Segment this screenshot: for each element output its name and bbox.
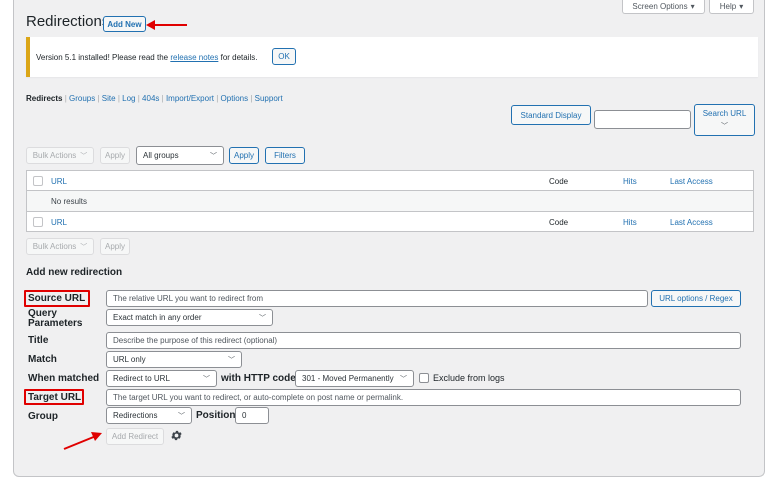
search-input[interactable] (594, 110, 691, 129)
help-tab[interactable]: Help ▾ (709, 0, 754, 14)
http-code-label: with HTTP code (221, 373, 296, 384)
subnav-import-export[interactable]: Import/Export (166, 94, 214, 103)
page-title: Redirections (26, 13, 110, 30)
form-heading: Add new redirection (26, 267, 123, 278)
select-all-checkbox[interactable] (33, 176, 43, 186)
subnav-options[interactable]: Options (221, 94, 249, 103)
subnav: Redirects | Groups | Site | Log | 404s |… (26, 94, 283, 103)
bulk-apply-button-bottom[interactable]: Apply (100, 238, 130, 255)
subnav-log[interactable]: Log (122, 94, 135, 103)
release-notes-link[interactable]: release notes (170, 53, 218, 62)
query-parameters-select[interactable]: Exact match in any order ﹀ (106, 309, 273, 326)
add-redirect-button[interactable]: Add Redirect (106, 428, 164, 445)
position-input[interactable]: 0 (235, 407, 269, 424)
http-code-select[interactable]: 301 - Moved Permanently ﹀ (295, 370, 414, 387)
annotation-box-source-url (24, 290, 90, 307)
bulk-apply-button[interactable]: Apply (100, 147, 130, 164)
title-input[interactable]: Describe the purpose of this redirect (o… (106, 332, 741, 349)
caret-down-icon: ▾ (739, 2, 744, 11)
filters-button[interactable]: Filters (265, 147, 305, 164)
column-url[interactable]: URL (51, 177, 67, 186)
http-code-value: 301 - Moved Permanently (302, 374, 394, 383)
annotation-box-target-url (24, 389, 84, 405)
action-type-value: Redirect to URL (113, 374, 170, 383)
subnav-site[interactable]: Site (102, 94, 116, 103)
help-label: Help (719, 2, 737, 11)
action-type-select[interactable]: Redirect to URL ﹀ (106, 370, 217, 387)
no-results-text: No results (51, 197, 88, 206)
match-select[interactable]: URL only ﹀ (106, 351, 242, 368)
chevron-down-icon: ﹀ (228, 356, 235, 364)
url-options-button[interactable]: URL options / Regex (651, 290, 741, 307)
chevron-down-icon: ﹀ (400, 375, 407, 383)
column-last-access-footer[interactable]: Last Access (670, 218, 713, 227)
bulk-actions-label-bottom: Bulk Actions (32, 242, 77, 251)
table-footer-row: URL Code Hits Last Access (27, 212, 753, 232)
notice-text-after: for details. (220, 53, 258, 62)
notice-text: Version 5.1 installed! Please read the r… (36, 53, 258, 62)
group-value: Redirections (113, 411, 158, 420)
column-code: Code (549, 177, 569, 186)
chevron-down-icon: ﹀ (721, 123, 728, 130)
search-url-button[interactable]: Search URL ﹀ (694, 104, 755, 136)
select-all-checkbox-footer[interactable] (33, 217, 43, 227)
column-code-footer: Code (549, 218, 569, 227)
add-new-button[interactable]: Add New (103, 16, 146, 32)
screen-options-tab[interactable]: Screen Options ▾ (622, 0, 705, 14)
query-parameters-value: Exact match in any order (113, 313, 202, 322)
apply-filter-button[interactable]: Apply (229, 147, 259, 164)
table-empty-row: No results (27, 191, 753, 212)
when-matched-label: When matched (28, 373, 100, 384)
position-label: Position (196, 410, 236, 421)
column-hits[interactable]: Hits (623, 177, 637, 186)
chevron-down-icon: ﹀ (80, 243, 88, 251)
column-last-access[interactable]: Last Access (670, 177, 713, 186)
gear-icon[interactable] (170, 429, 183, 442)
title-label: Title (28, 335, 49, 346)
query-parameters-text: Query Parameters (28, 308, 83, 329)
column-hits-footer[interactable]: Hits (623, 218, 637, 227)
subnav-support[interactable]: Support (255, 94, 283, 103)
target-url-input[interactable]: The target URL you want to redirect, or … (106, 389, 741, 406)
exclude-from-logs-checkbox[interactable] (419, 373, 429, 383)
bulk-actions-label: Bulk Actions (32, 151, 77, 160)
notice-ok-button[interactable]: OK (272, 48, 296, 65)
search-url-label: Search URL (702, 109, 747, 118)
chevron-down-icon: ﹀ (178, 412, 185, 420)
notice-text-before: Version 5.1 installed! Please read the (36, 53, 169, 62)
groups-filter-select[interactable]: All groups ﹀ (136, 146, 224, 165)
exclude-from-logs-label[interactable]: Exclude from logs (433, 373, 505, 383)
caret-down-icon: ▾ (690, 2, 695, 11)
match-value: URL only (113, 355, 146, 364)
source-url-input[interactable]: The relative URL you want to redirect fr… (106, 290, 648, 307)
group-select[interactable]: Redirections ﹀ (106, 407, 192, 424)
subnav-404s[interactable]: 404s (142, 94, 159, 103)
subnav-groups[interactable]: Groups (69, 94, 95, 103)
subnav-redirects[interactable]: Redirects (26, 94, 62, 103)
column-url-footer[interactable]: URL (51, 218, 67, 227)
bulk-actions-select-bottom[interactable]: Bulk Actions ﹀ (26, 238, 94, 255)
chevron-down-icon: ﹀ (210, 152, 217, 160)
chevron-down-icon: ﹀ (203, 375, 210, 383)
match-label: Match (28, 354, 57, 365)
standard-display-button[interactable]: Standard Display (511, 105, 591, 125)
query-parameters-label: Query Parameters (28, 309, 90, 329)
update-notice: Version 5.1 installed! Please read the r… (26, 37, 758, 77)
chevron-down-icon: ﹀ (80, 152, 88, 160)
table-header-row: URL Code Hits Last Access (27, 171, 753, 191)
chevron-down-icon: ﹀ (259, 314, 266, 322)
groups-filter-value: All groups (143, 151, 179, 160)
bulk-actions-select[interactable]: Bulk Actions ﹀ (26, 147, 94, 164)
redirects-table: URL Code Hits Last Access No results URL… (26, 170, 754, 232)
group-label: Group (28, 411, 58, 422)
screen-options-label: Screen Options (632, 2, 688, 11)
